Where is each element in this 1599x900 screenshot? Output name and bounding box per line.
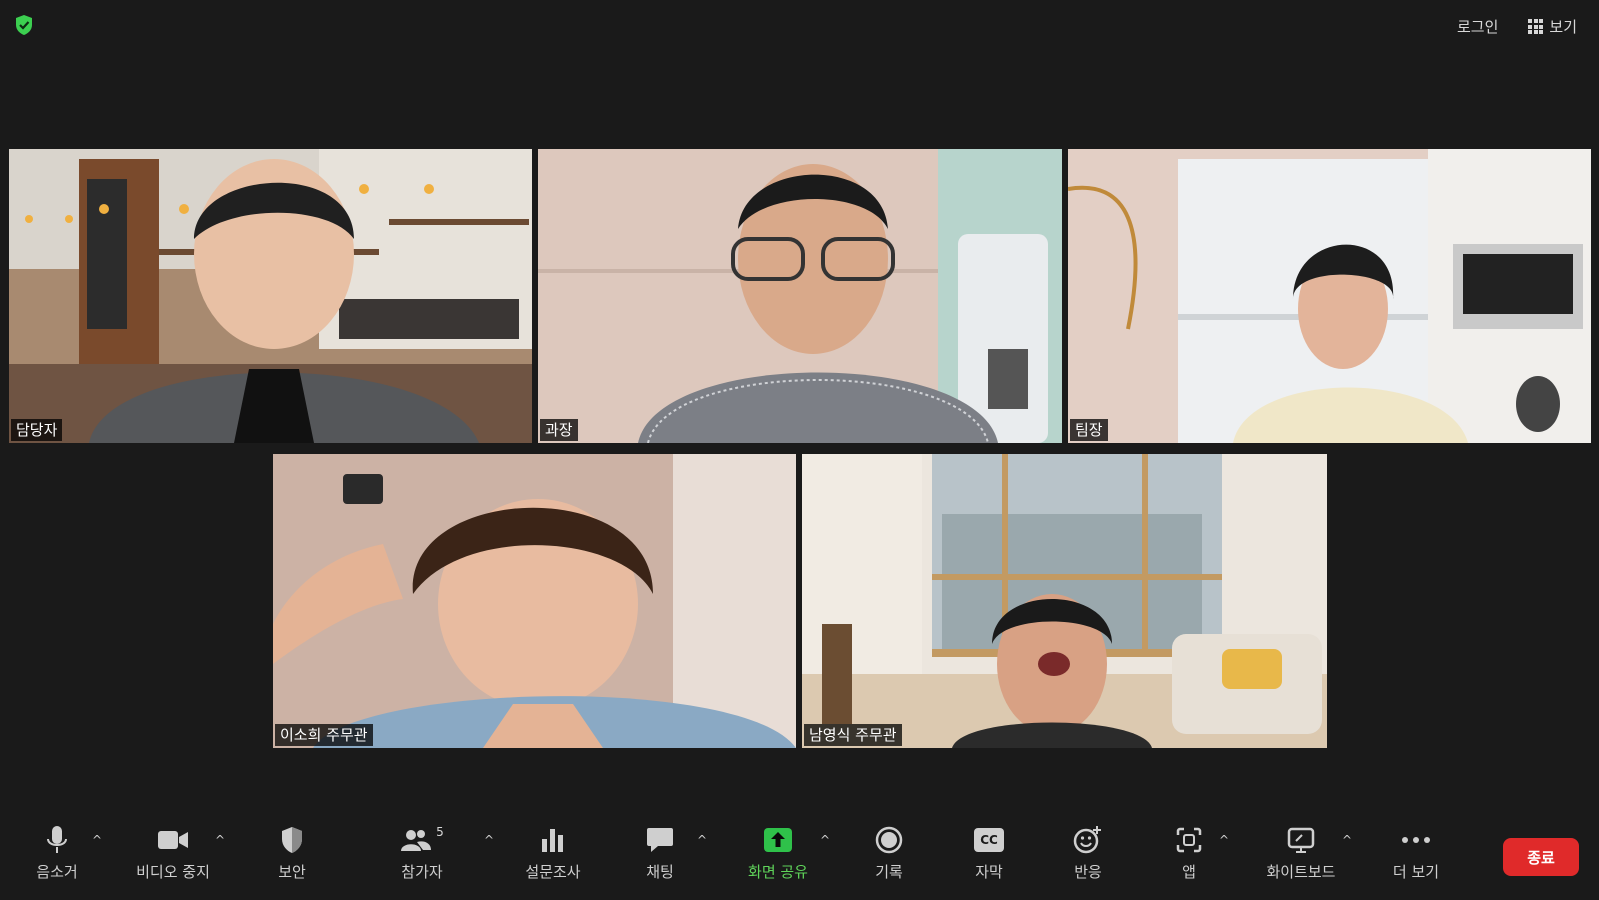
chat-button[interactable]: 채팅 <box>615 825 705 882</box>
apps-label: 앱 <box>1182 863 1196 881</box>
participant-name-label: 담당자 <box>11 419 63 441</box>
captions-label: 자막 <box>975 863 1003 881</box>
whiteboard-icon <box>1287 827 1315 853</box>
participant-video-feed <box>802 454 1327 748</box>
security-shield-icon[interactable] <box>14 14 34 36</box>
reactions-button[interactable]: 반응 <box>1043 825 1133 882</box>
record-button[interactable]: 기록 <box>844 825 934 882</box>
video-camera-icon <box>158 831 188 849</box>
login-label: 로그인 <box>1456 18 1499 36</box>
whiteboard-options-caret[interactable]: ^ <box>1342 833 1352 847</box>
participant-name-label: 과장 <box>540 419 578 441</box>
meeting-toolbar: 음소거 ^ 비디오 중지 ^ 보안 5 참가자 ^ 설문조사 채팅 ^ 화면 공… <box>0 815 1599 895</box>
microphone-icon <box>47 826 67 853</box>
participants-icon <box>401 830 432 851</box>
video-tile-participant-1[interactable]: 담당자 <box>9 149 532 443</box>
chat-options-caret[interactable]: ^ <box>697 833 707 847</box>
chat-label: 채팅 <box>646 863 674 881</box>
mute-label: 음소거 <box>36 863 78 881</box>
participant-video-feed <box>538 149 1062 443</box>
chat-bubble-icon <box>647 828 673 852</box>
record-icon <box>875 826 903 854</box>
closed-captions-icon: CC <box>974 828 1004 852</box>
login-button[interactable]: 로그인 <box>1451 12 1504 41</box>
apps-options-caret[interactable]: ^ <box>1219 833 1229 847</box>
share-screen-icon <box>764 828 792 852</box>
whiteboard-button[interactable]: 화이트보드 <box>1256 825 1346 882</box>
participant-name-label: 남영식 주무관 <box>804 724 902 746</box>
participant-name-label: 팀장 <box>1070 419 1108 441</box>
apps-icon <box>1176 827 1202 853</box>
video-tile-participant-5-active-speaker[interactable]: 남영식 주무관 <box>802 454 1327 748</box>
shield-icon <box>282 827 302 853</box>
security-label: 보안 <box>278 863 306 881</box>
security-button[interactable]: 보안 <box>247 825 337 882</box>
video-options-caret[interactable]: ^ <box>215 833 225 847</box>
mute-options-caret[interactable]: ^ <box>92 833 102 847</box>
share-screen-label: 화면 공유 <box>748 863 808 881</box>
end-meeting-label: 종료 <box>1527 848 1555 867</box>
more-dots-icon <box>1402 837 1430 843</box>
whiteboard-label: 화이트보드 <box>1266 863 1336 881</box>
stop-video-label: 비디오 중지 <box>136 863 210 881</box>
reactions-label: 반응 <box>1074 863 1102 881</box>
participants-count-badge: 5 <box>436 825 444 839</box>
view-label: 보기 <box>1549 18 1577 36</box>
record-label: 기록 <box>875 863 903 881</box>
participants-options-caret[interactable]: ^ <box>484 833 494 847</box>
more-button[interactable]: 더 보기 <box>1371 825 1461 882</box>
more-label: 더 보기 <box>1392 863 1440 881</box>
stop-video-button[interactable]: 비디오 중지 <box>128 825 218 882</box>
participant-video-feed <box>1068 149 1591 443</box>
participant-name-label: 이소희 주무관 <box>275 724 373 746</box>
view-button[interactable]: 보기 <box>1522 12 1583 41</box>
participants-button[interactable]: 5 참가자 <box>377 825 467 882</box>
grid-icon <box>1528 19 1544 34</box>
video-tile-participant-2[interactable]: 과장 <box>538 149 1062 443</box>
polls-label: 설문조사 <box>525 863 581 881</box>
bar-chart-icon <box>542 829 563 852</box>
participant-video-feed <box>9 149 532 443</box>
share-screen-button[interactable]: 화면 공유 <box>733 825 823 882</box>
captions-button[interactable]: CC 자막 <box>944 825 1034 882</box>
video-tile-participant-3[interactable]: 팀장 <box>1068 149 1591 443</box>
video-tile-participant-4[interactable]: 이소희 주무관 <box>273 454 796 748</box>
mute-button[interactable]: 음소거 <box>12 825 102 882</box>
participants-label: 참가자 <box>401 863 443 881</box>
share-options-caret[interactable]: ^ <box>820 833 830 847</box>
smiley-plus-icon <box>1073 826 1101 854</box>
end-meeting-button[interactable]: 종료 <box>1503 838 1579 876</box>
polls-button[interactable]: 설문조사 <box>508 825 598 882</box>
participant-video-feed <box>273 454 796 748</box>
